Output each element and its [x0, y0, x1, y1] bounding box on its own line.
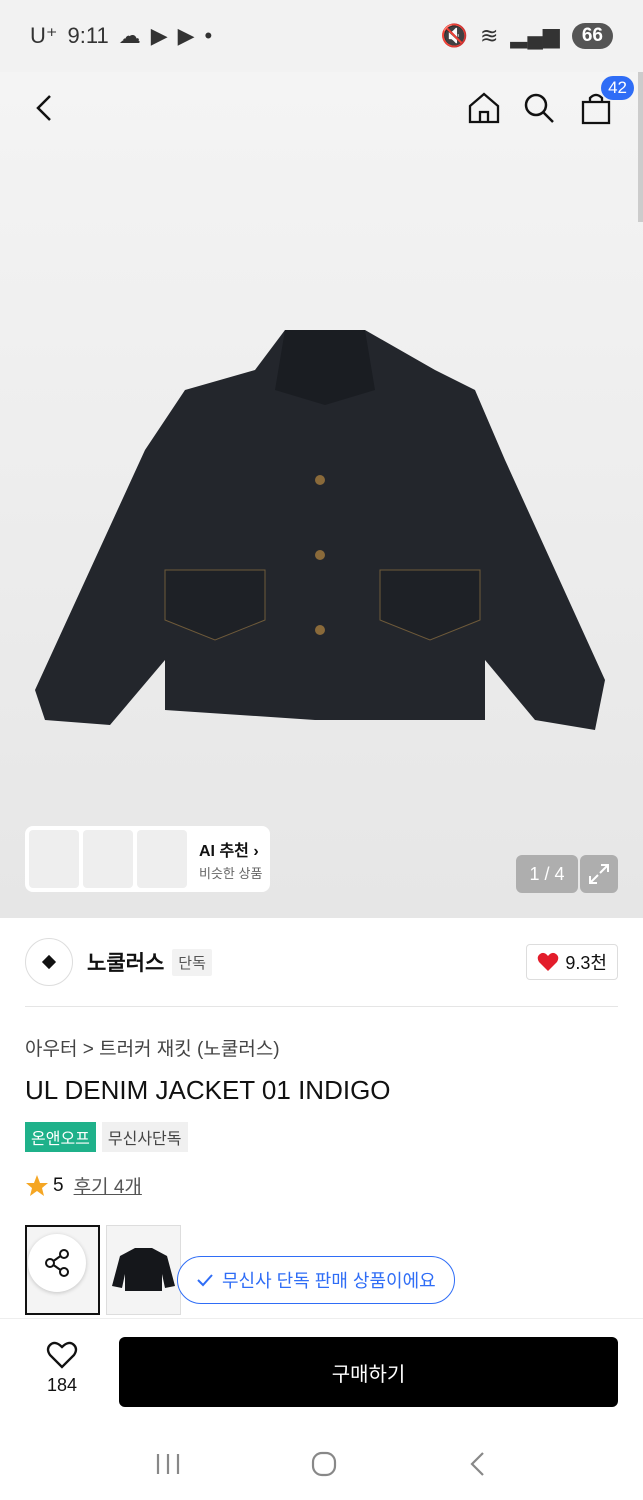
- breadcrumb[interactable]: 아우터 > 트러커 재킷 (노쿨러스): [25, 1034, 280, 1061]
- youtube-icon: ▶: [177, 23, 195, 48]
- onoff-badge: 온앤오프: [25, 1122, 96, 1152]
- brand-row: 노쿨러스 단독 9.3천: [25, 936, 618, 988]
- expand-button[interactable]: [580, 855, 618, 893]
- product-title: UL DENIM JACKET 01 INDIGO: [25, 1075, 391, 1105]
- rating-row: 5 후기 4개: [25, 1172, 142, 1199]
- heart-filled-icon: [538, 952, 559, 971]
- home-button[interactable]: [462, 86, 506, 130]
- brand-like-button[interactable]: 9.3천: [526, 944, 618, 980]
- battery-indicator: 66: [571, 23, 613, 49]
- share-button[interactable]: [28, 1234, 86, 1292]
- cloud-icon: ☁: [118, 23, 141, 48]
- dot-icon: •: [204, 23, 213, 48]
- color-option[interactable]: [106, 1225, 181, 1315]
- reviews-link[interactable]: 후기 4개: [74, 1172, 142, 1199]
- home-nav-icon[interactable]: [310, 1450, 338, 1478]
- wifi-icon: ≋: [479, 23, 499, 48]
- top-navigation: 42: [0, 72, 643, 144]
- similar-products-panel[interactable]: AI 추천 › 비슷한 상품: [25, 826, 270, 892]
- signal-icon: ▂▄▆: [510, 23, 560, 48]
- brand-logo[interactable]: [25, 938, 73, 986]
- cart-button[interactable]: 42: [574, 76, 634, 130]
- similar-thumb[interactable]: [83, 830, 133, 888]
- product-photo[interactable]: [35, 330, 610, 740]
- share-icon: [45, 1249, 69, 1277]
- back-nav-icon[interactable]: [468, 1450, 488, 1478]
- home-icon: [468, 92, 500, 124]
- carrier-label: U⁺: [30, 23, 58, 48]
- recent-apps-icon[interactable]: [155, 1452, 181, 1476]
- heart-outline-icon: [46, 1341, 78, 1369]
- ai-recommend-label: AI 추천: [199, 842, 249, 860]
- similar-thumb[interactable]: [137, 830, 187, 888]
- system-navigation-bar: [0, 1428, 643, 1500]
- mute-icon: 🔇: [440, 23, 468, 48]
- wishlist-button[interactable]: 184: [30, 1340, 94, 1396]
- cart-count-badge: 42: [601, 76, 634, 100]
- jacket-thumb: [112, 1248, 175, 1291]
- rating-score: 5: [53, 1174, 64, 1196]
- star-icon: [26, 1174, 48, 1196]
- status-bar: U⁺ 9:11 ☁ ▶ ▶ • 🔇 ≋ ▂▄▆ 66: [0, 0, 643, 72]
- product-badges: 온앤오프 무신사단독: [25, 1122, 188, 1152]
- chevron-right-icon: ›: [253, 842, 259, 860]
- search-icon: [524, 93, 554, 123]
- youtube-icon: ▶: [150, 23, 168, 48]
- chevron-left-icon: [36, 95, 51, 121]
- ai-recommend-subtitle: 비슷한 상품: [199, 865, 263, 881]
- brand-exclusive-tag: 단독: [172, 948, 212, 976]
- check-icon: [197, 1274, 213, 1287]
- exclusive-badge: 무신사단독: [101, 1122, 188, 1152]
- expand-icon: [589, 864, 609, 884]
- buy-button[interactable]: 구매하기: [119, 1337, 618, 1407]
- wishlist-count: 184: [46, 1375, 78, 1395]
- clock: 9:11: [67, 23, 109, 48]
- brand-name[interactable]: 노쿨러스: [87, 947, 164, 977]
- exclusive-notice-pill[interactable]: 무신사 단독 판매 상품이에요: [177, 1256, 455, 1304]
- divider: [25, 1006, 618, 1007]
- scrollbar[interactable]: [638, 72, 643, 222]
- search-button[interactable]: [517, 86, 561, 130]
- similar-thumb[interactable]: [29, 830, 79, 888]
- image-pager: 1 / 4: [516, 855, 578, 893]
- back-button[interactable]: [22, 86, 66, 130]
- exclusive-notice-text: 무신사 단독 판매 상품이에요: [222, 1271, 436, 1291]
- brand-like-count: 9.3천: [565, 953, 607, 973]
- brand-mark-icon: [41, 954, 57, 970]
